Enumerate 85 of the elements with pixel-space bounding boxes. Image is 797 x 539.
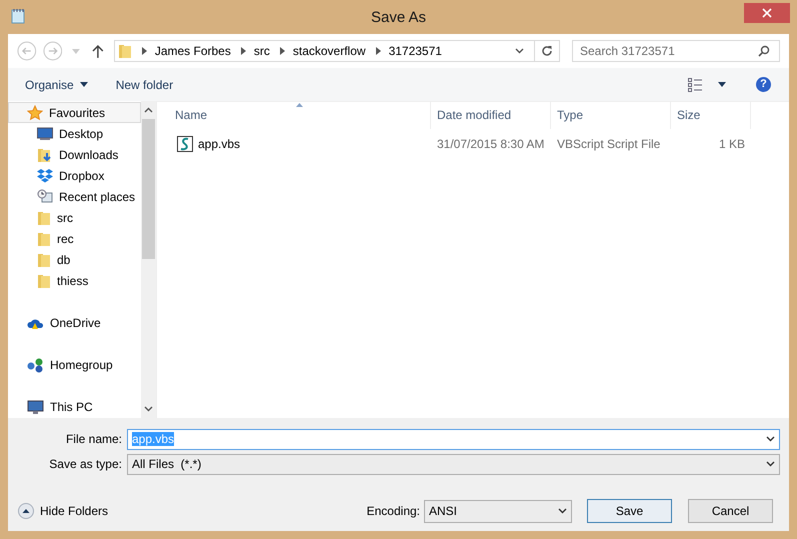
sidebar-label: This PC [50,400,93,414]
sidebar-item[interactable]: Desktop [8,123,141,144]
chevron-icon [280,47,285,55]
star-icon [27,104,43,120]
sidebar-item[interactable]: Homegroup [8,354,141,375]
sidebar-item[interactable]: Favourites [8,102,141,123]
close-button[interactable] [744,3,790,23]
encoding-dropdown[interactable]: ANSI [424,500,572,522]
sidebar-label: Recent places [59,190,136,204]
window-title: Save As [370,8,426,26]
people-icon [27,356,44,372]
sidebar-label: Downloads [59,148,118,162]
monitor-icon [37,126,53,140]
sidebar-item[interactable]: Downloads [8,144,141,165]
scrollbar[interactable] [141,101,156,418]
table-cell-text: 1 KB [718,137,746,151]
breadcrumb-item[interactable]: stackoverflow [292,44,366,58]
caret-icon[interactable] [80,82,88,87]
help-button[interactable]: ? [756,77,771,92]
view-list-icon[interactable] [688,78,702,92]
notepad-icon [11,8,25,24]
chevron-icon[interactable] [766,461,775,467]
chevron-icon [142,47,147,55]
sidebar-item[interactable]: OneDrive [8,312,141,333]
chevron-icon[interactable] [144,107,153,113]
sidebar-label: thiess [57,274,88,288]
chevron-icon [376,47,381,55]
collapse-icon[interactable] [18,503,34,519]
sidebar-label: db [57,252,70,266]
field-label: Encoding: [366,504,420,518]
sidebar-item[interactable]: src [8,207,141,228]
recent-places-icon [37,188,53,204]
scrollbar-thumb[interactable] [142,119,155,259]
sidebar-label: rec [57,232,74,246]
field-label: File name: [64,432,123,446]
chevron-icon[interactable] [558,508,567,514]
organise-button[interactable]: Organise [25,78,74,92]
sidebar-item[interactable]: rec [8,228,141,249]
field-label: Save as type: [48,457,123,471]
monitor-icon [27,400,44,414]
cancel-button[interactable]: Cancel [688,499,773,523]
table-cell-text: VBScript Script File [556,137,662,151]
sidebar-label: OneDrive [50,316,101,330]
sidebar-item[interactable]: Recent places [8,186,141,207]
close-icon [762,8,772,18]
sidebar-label: Homegroup [50,358,113,372]
breadcrumb-item[interactable]: 31723571 [388,44,442,58]
breadcrumb-item[interactable]: James Forbes [154,44,231,58]
sort-caret-icon [296,103,303,107]
refresh-icon[interactable] [541,45,553,57]
sidebar-label: Dropbox [59,168,104,182]
folder-icon [118,43,132,59]
table-cell-text: 31/07/2015 8:30 AM [436,137,546,151]
chevron-icon [240,47,246,55]
breadcrumb-item[interactable]: src [254,44,270,58]
sidebar-label: Desktop [59,126,104,140]
script-file-icon [177,136,193,152]
sidebar-label: src [57,210,73,224]
chevron-icon[interactable] [144,406,153,412]
sidebar-item[interactable]: db [8,249,141,270]
search-icon [758,45,770,57]
column-header[interactable]: Size [671,102,751,129]
download-folder-icon [37,146,53,162]
hide-folders-link[interactable]: Hide Folders [40,504,108,518]
sidebar-item[interactable]: Dropbox [8,165,141,186]
sidebar-label: Favourites [49,106,106,120]
folder-icon [37,210,51,226]
chevron-icon[interactable] [766,436,775,442]
column-header[interactable]: Date modified [431,102,551,129]
sidebar-item[interactable]: thiess [8,270,141,291]
chevron-icon[interactable] [515,48,524,54]
sidebar-item[interactable]: This PC [8,396,141,417]
folder-icon [37,230,51,246]
box-icon [37,168,53,183]
up-arrow-icon[interactable] [92,44,104,58]
folder-icon [37,252,51,268]
search-field[interactable]: Search 31723571 [572,40,780,62]
folder-icon [37,272,51,288]
new-folder-button[interactable]: New folder [116,78,174,92]
save-button[interactable]: Save [587,499,672,523]
file-name[interactable]: app.vbs [198,137,240,151]
caret-icon[interactable] [718,82,726,87]
address-bar[interactable]: James Forbes src stackoverflow 31723571 [114,40,560,62]
column-header[interactable]: Type [551,102,671,129]
file-type-dropdown[interactable]: All Files (*.*) [127,454,780,474]
